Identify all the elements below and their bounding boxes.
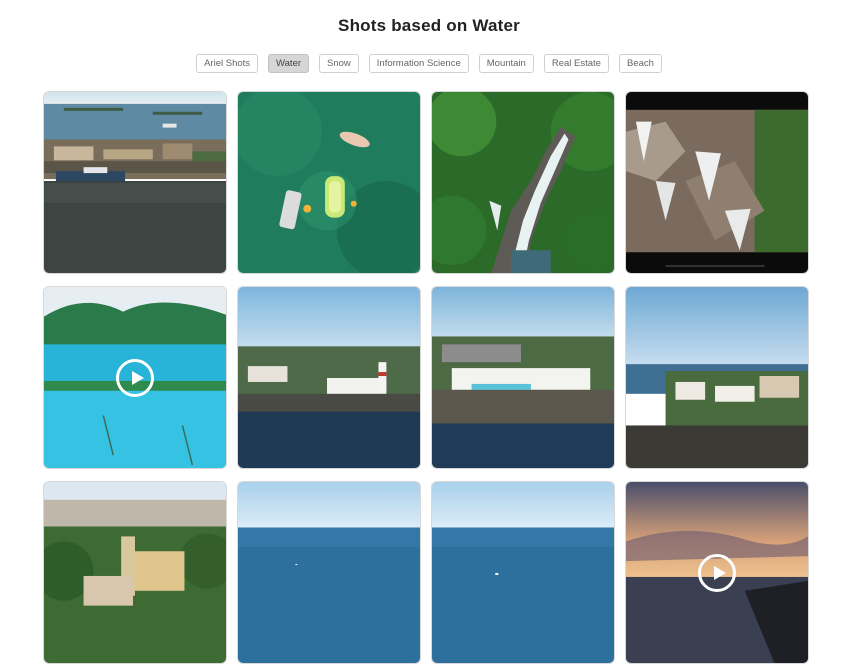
shot-card-palace-town[interactable] bbox=[43, 481, 227, 664]
open-sea-boat-image bbox=[432, 482, 614, 663]
filter-real-estate[interactable]: Real Estate bbox=[543, 54, 609, 73]
page-title: Shots based on Water bbox=[338, 16, 520, 35]
shot-card-swimmers[interactable] bbox=[237, 91, 421, 274]
palace-town-image bbox=[44, 482, 226, 663]
filter-bar: Ariel Shots Water Snow Information Scien… bbox=[0, 54, 858, 73]
shot-card-open-sea[interactable] bbox=[237, 481, 421, 664]
filter-snow[interactable]: Snow bbox=[319, 54, 359, 73]
shot-card-sunset-sea[interactable] bbox=[625, 481, 809, 664]
play-circle-icon[interactable] bbox=[116, 358, 154, 397]
shot-card-jungle-waterfall[interactable] bbox=[431, 91, 615, 274]
rocky-waterfall-image bbox=[626, 92, 808, 273]
shot-card-open-sea-boat[interactable] bbox=[431, 481, 615, 664]
filter-water[interactable]: Water bbox=[268, 54, 310, 73]
shots-grid bbox=[43, 91, 811, 664]
swimmers-image bbox=[238, 92, 420, 273]
filter-mountain[interactable]: Mountain bbox=[478, 54, 534, 73]
filter-beach[interactable]: Beach bbox=[618, 54, 662, 73]
filter-ariel-shots[interactable]: Ariel Shots bbox=[196, 54, 259, 73]
open-sea-image bbox=[238, 482, 420, 663]
shot-card-hotel-pool[interactable] bbox=[431, 286, 615, 469]
shot-card-harbor-town[interactable] bbox=[43, 91, 227, 274]
shot-card-rocky-waterfall[interactable] bbox=[625, 91, 809, 274]
lighthouse-image bbox=[238, 287, 420, 468]
hotel-pool-image bbox=[432, 287, 614, 468]
shot-card-coastal-houses[interactable] bbox=[625, 286, 809, 469]
filter-information-science[interactable]: Information Science bbox=[368, 54, 469, 73]
harbor-town-image bbox=[44, 92, 226, 273]
play-circle-icon[interactable] bbox=[698, 553, 736, 592]
jungle-waterfall-image bbox=[432, 92, 614, 273]
shot-card-blue-lake[interactable] bbox=[43, 286, 227, 469]
coastal-houses-image bbox=[626, 287, 808, 468]
shot-card-lighthouse[interactable] bbox=[237, 286, 421, 469]
